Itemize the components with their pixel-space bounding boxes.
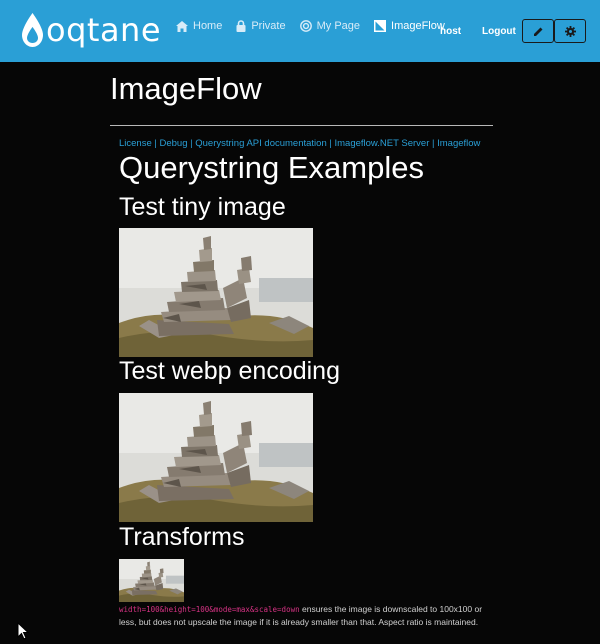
transform-querystring-code: width=100&height=100&mode=max&scale=down	[119, 605, 300, 614]
nav-home-label: Home	[193, 20, 223, 32]
link-separator: |	[190, 138, 193, 149]
link-separator: |	[154, 138, 157, 149]
logout-button[interactable]: Logout	[482, 26, 516, 37]
transform-description: width=100&height=100&mode=max&scale=down…	[119, 603, 489, 628]
imageflow-net-server-link[interactable]: Imageflow.NET Server	[335, 138, 430, 149]
section-heading-tiny-image: Test tiny image	[119, 193, 286, 221]
section-heading-webp-encoding: Test webp encoding	[119, 357, 340, 385]
user-name-link[interactable]: host	[440, 26, 461, 37]
link-separator: |	[432, 138, 435, 149]
nav-private-label: Private	[251, 20, 286, 32]
imageflow-link[interactable]: Imageflow	[437, 138, 480, 149]
pencil-icon	[533, 27, 542, 36]
home-icon	[176, 20, 188, 32]
webp-image-example	[119, 393, 313, 522]
tiny-image-example	[119, 228, 313, 357]
querystring-examples-heading: Querystring Examples	[119, 150, 424, 185]
gear-icon	[564, 25, 576, 37]
nav-item-private[interactable]: Private	[236, 20, 286, 32]
mouse-cursor-icon	[17, 622, 29, 640]
nav-item-home[interactable]: Home	[176, 20, 222, 32]
logo[interactable]: oqtane	[22, 13, 161, 47]
debug-link[interactable]: Debug	[160, 138, 188, 149]
querystring-api-docs-link[interactable]: Querystring API documentation	[195, 138, 327, 149]
settings-button[interactable]	[554, 19, 586, 43]
transform-image-example	[119, 559, 184, 602]
target-icon	[299, 20, 312, 32]
image-icon	[374, 20, 387, 32]
page-title: ImageFlow	[110, 71, 262, 106]
section-heading-transforms: Transforms	[119, 523, 245, 551]
nav-my-page-label: My Page	[316, 20, 361, 32]
nav-imageflow-label: ImageFlow	[391, 20, 445, 32]
license-link[interactable]: License	[119, 138, 152, 149]
resource-links: License | Debug | Querystring API docume…	[119, 138, 480, 149]
nav-item-imageflow[interactable]: ImageFlow	[374, 20, 445, 32]
lock-icon	[236, 20, 246, 32]
droplet-icon	[22, 13, 43, 47]
nav-item-my-page[interactable]: My Page	[299, 20, 361, 32]
link-separator: |	[329, 138, 332, 149]
title-divider	[110, 125, 493, 126]
main-nav: Home Private My Page ImageFlow	[176, 20, 459, 32]
logo-text: oqtane	[46, 11, 162, 49]
top-navbar: oqtane Home Private My Page ImageFlow ho…	[0, 0, 600, 62]
edit-mode-button[interactable]	[522, 19, 554, 43]
